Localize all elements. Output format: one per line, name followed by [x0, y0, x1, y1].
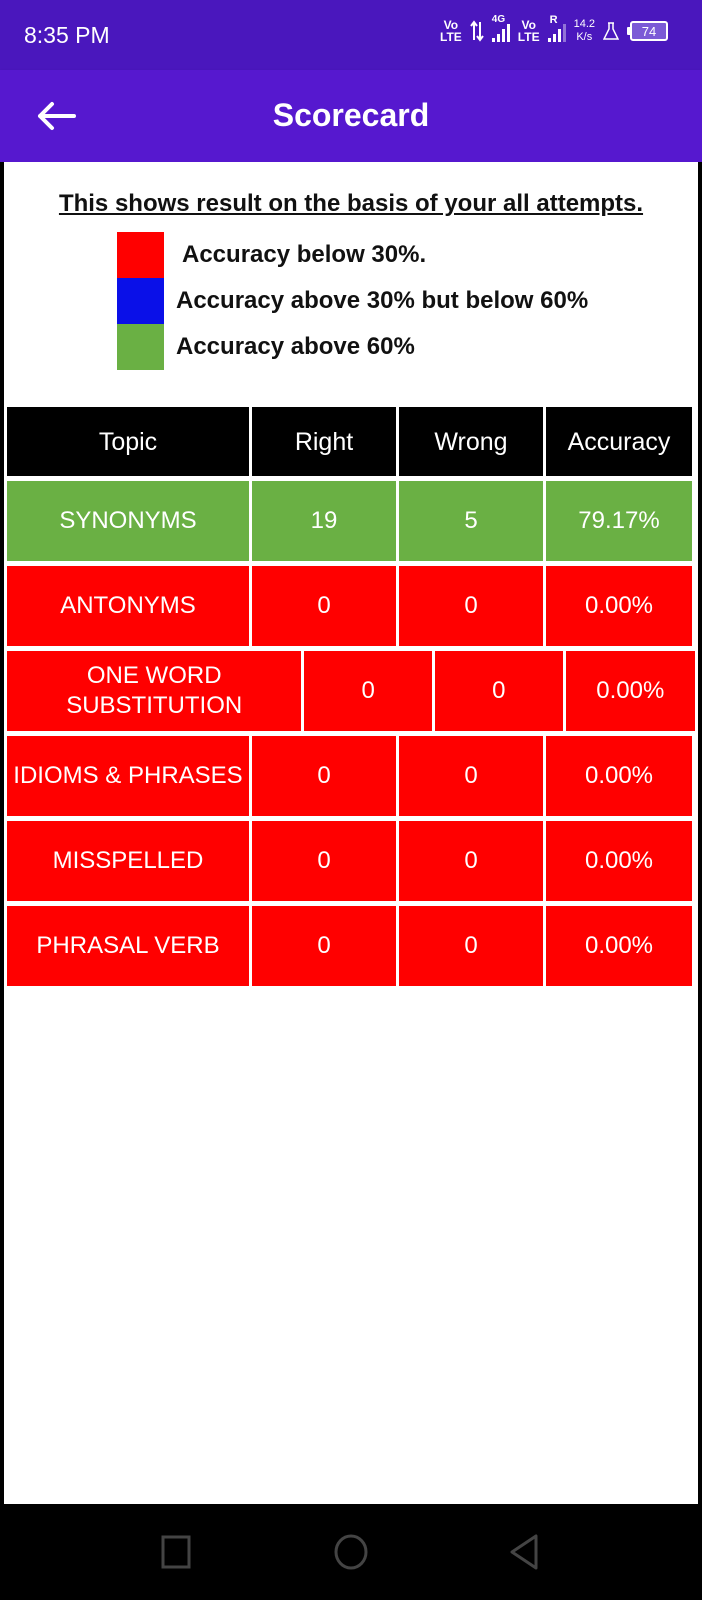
legend-title: This shows result on the basis of your a…: [58, 190, 644, 217]
network-type: 4G: [491, 14, 506, 25]
legend-label: Accuracy above 60%: [176, 333, 415, 360]
topic-cell: MISSPELLED: [7, 821, 249, 901]
wrong-cell: 0: [399, 821, 543, 901]
recents-button[interactable]: [156, 1532, 196, 1572]
accuracy-cell: 0.00%: [546, 736, 692, 816]
page-title: Scorecard: [272, 97, 430, 133]
accuracy-cell: 0.00%: [546, 821, 692, 901]
network-speed: 14.2 K/s: [574, 18, 595, 44]
wrong-cell: 0: [399, 566, 543, 646]
legend-swatch-green: [117, 324, 164, 370]
wrong-cell: 0: [399, 906, 543, 986]
back-nav-button[interactable]: [506, 1532, 546, 1572]
status-time: 8:35 PM: [24, 22, 110, 48]
table-row: ONE WORD SUBSTITUTION 0 0 0.00%: [7, 651, 695, 731]
right-cell: 0: [252, 906, 396, 986]
topic-cell: PHRASAL VERB: [7, 906, 249, 986]
legend-label: Accuracy above 30% but below 60%: [176, 287, 589, 314]
volte-icon: Vo LTE: [440, 19, 462, 43]
topic-cell: IDIOMS & PHRASES: [7, 736, 249, 816]
legend-item-low: Accuracy below 30%.: [117, 232, 426, 278]
system-nav-bar: [0, 1504, 702, 1600]
topic-cell: ANTONYMS: [7, 566, 249, 646]
home-circle-icon: [334, 1534, 368, 1570]
table-row: ANTONYMS 0 0 0.00%: [7, 566, 695, 646]
topic-cell: SYNONYMS: [7, 481, 249, 561]
table-row: MISSPELLED 0 0 0.00%: [7, 821, 695, 901]
legend-item-mid: Accuracy above 30% but below 60%: [117, 278, 588, 324]
table-row: PHRASAL VERB 0 0 0.00%: [7, 906, 695, 986]
header-accuracy: Accuracy: [546, 407, 692, 476]
table-header: Topic Right Wrong Accuracy: [7, 407, 695, 476]
accuracy-cell: 0.00%: [546, 906, 692, 986]
right-cell: 0: [304, 651, 433, 731]
header-right: Right: [252, 407, 396, 476]
accuracy-cell: 79.17%: [546, 481, 692, 561]
header-wrong: Wrong: [399, 407, 543, 476]
wrong-cell: 5: [399, 481, 543, 561]
speed-value: 14.2: [573, 18, 595, 30]
right-cell: 0: [252, 566, 396, 646]
volte-bottom: LTE: [440, 30, 462, 44]
table-row: IDIOMS & PHRASES 0 0 0.00%: [7, 736, 695, 816]
right-cell: 19: [252, 481, 396, 561]
status-icons: Vo LTE 4G Vo LTE R 14.2 K/s 74: [440, 14, 668, 44]
accuracy-cell: 0.00%: [546, 566, 692, 646]
accuracy-cell: 0.00%: [565, 651, 695, 731]
wrong-cell: 0: [435, 651, 563, 731]
home-button[interactable]: [331, 1532, 371, 1572]
speed-unit: K/s: [576, 31, 593, 43]
right-cell: 0: [252, 736, 396, 816]
legend-label: Accuracy below 30%.: [182, 241, 427, 268]
topic-cell: ONE WORD SUBSTITUTION: [7, 651, 302, 731]
status-bar: 8:35 PM Vo LTE 4G Vo LTE R 14.2 K/s 74: [0, 0, 702, 70]
roaming-indicator: R: [549, 14, 558, 26]
data-arrows-icon: [469, 20, 484, 42]
volte-bottom: LTE: [517, 30, 540, 44]
signal-4g-icon: 4G: [491, 14, 510, 42]
legend-item-high: Accuracy above 60%: [117, 324, 415, 370]
table-row: SYNONYMS 19 5 79.17%: [7, 481, 695, 561]
wrong-cell: 0: [399, 736, 543, 816]
volte-icon-2: Vo LTE: [518, 19, 540, 43]
score-table: Topic Right Wrong Accuracy SYNONYMS 19 5 79…: [7, 407, 695, 991]
header-topic: Topic: [7, 407, 249, 476]
app-bar: Scorecard: [0, 70, 702, 162]
flask-icon: [603, 22, 619, 40]
battery-icon: 74: [627, 21, 668, 41]
recents-square-icon: [161, 1535, 191, 1569]
legend-swatch-red: [117, 232, 164, 278]
signal-roaming-icon: R: [547, 14, 566, 42]
battery-level: 74: [641, 23, 657, 39]
right-cell: 0: [252, 821, 396, 901]
legend-swatch-blue: [117, 278, 164, 324]
back-triangle-icon: [510, 1534, 538, 1570]
scorecard-content: This shows result on the basis of your a…: [0, 162, 702, 1504]
